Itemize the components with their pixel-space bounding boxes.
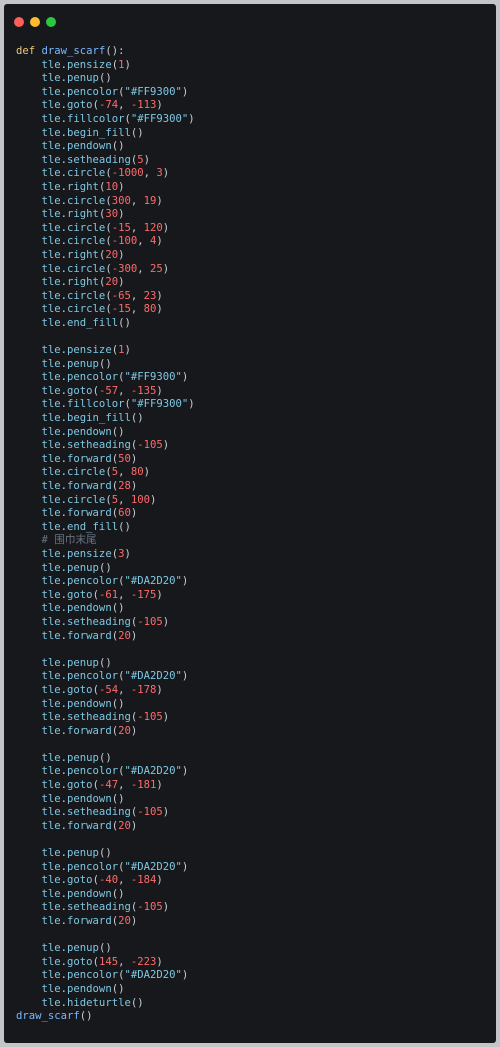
code-line: tle.pensize(1) (41, 344, 131, 357)
code-line: tle.end_fill() (41, 316, 131, 329)
code-line: ​ (16, 643, 488, 657)
code-line: tle.circle(-300, 25) (41, 262, 170, 275)
code-line: tle.circle(300, 19) (41, 194, 163, 207)
code-line: tle.forward(50) (41, 452, 138, 465)
code-line: tle.pendown() (41, 602, 125, 615)
code-line: tle.goto(-57, -135) (41, 384, 163, 397)
code-line: tle.pendown() (41, 887, 125, 900)
code-line: tle.circle(-65, 23) (41, 289, 163, 302)
code-window: def draw_scarf(): tle.pensize(1) tle.pen… (4, 4, 496, 1043)
code-line: tle.forward(20) (41, 915, 138, 927)
code-line: tle.pencolor("#DA2D20") (41, 860, 189, 873)
code-line: def draw_scarf(): (16, 45, 125, 57)
code-line: tle.penup() (41, 751, 112, 764)
code-line: tle.goto(-74, -113) (41, 99, 163, 112)
code-line: # 围巾末尾 (16, 534, 97, 547)
code-line: tle.circle(5, 80) (41, 466, 151, 479)
code-line: tle.circle(-100, 4) (41, 235, 163, 248)
maximize-dot-icon[interactable] (46, 17, 56, 27)
code-line: tle.setheading(-105) (41, 439, 170, 452)
window-controls (14, 17, 56, 27)
code-line: tle.setheading(-105) (41, 806, 170, 819)
code-line: ​ (16, 929, 488, 943)
code-line: tle.right(20) (41, 276, 125, 289)
code-line: tle.pendown() (41, 425, 125, 438)
minimize-dot-icon[interactable] (30, 17, 40, 27)
code-line: tle.fillcolor("#FF9300") (41, 398, 195, 411)
code-line: tle.pendown() (41, 792, 125, 805)
code-line: tle.forward(60) (41, 507, 138, 520)
code-line: tle.pencolor("#DA2D20") (41, 765, 189, 778)
code-line: tle.right(30) (41, 208, 125, 221)
code-line: tle.circle(-1000, 3) (41, 167, 170, 180)
code-line: ​ (16, 833, 488, 847)
close-dot-icon[interactable] (14, 17, 24, 27)
code-line: tle.right(10) (41, 180, 125, 193)
code-line: tle.forward(20) (41, 629, 138, 642)
code-line: tle.setheading(-105) (41, 901, 170, 914)
code-line: tle.setheading(-105) (41, 711, 170, 724)
code-line: tle.pendown() (41, 982, 125, 995)
code-line: ​ (16, 330, 488, 344)
code-line: tle.setheading(-105) (41, 615, 170, 628)
code-line: tle.forward(28) (41, 480, 138, 492)
code-line: tle.begin_fill() (41, 126, 144, 139)
code-line: tle.pensize(1) (41, 58, 131, 71)
code-line: tle.pendown() (41, 697, 125, 710)
code-line: tle.pencolor("#DA2D20") (41, 575, 189, 588)
code-line: tle.begin_fill() (41, 412, 144, 425)
code-line: tle.penup() (41, 357, 112, 370)
code-line: draw_scarf() (16, 1010, 93, 1023)
code-line: tle.circle(-15, 80) (41, 303, 163, 316)
code-line: tle.pendown() (41, 140, 125, 153)
code-line: tle.goto(-40, -184) (41, 874, 163, 887)
code-line: tle.hideturtle() (41, 996, 144, 1009)
code-line: tle.forward(20) (41, 819, 138, 832)
code-line: tle.goto(-54, -178) (41, 683, 163, 696)
code-line: tle.setheading(5) (41, 153, 150, 166)
code-line: tle.pencolor("#FF9300") (41, 85, 189, 98)
code-line: tle.penup() (41, 942, 112, 955)
code-line: tle.circle(-15, 120) (41, 221, 170, 234)
code-line: tle.pencolor("#DA2D20") (41, 969, 189, 982)
code-line: tle.pencolor("#FF9300") (41, 371, 189, 384)
code-line: tle.forward(20) (41, 724, 138, 737)
code-line: tle.penup() (41, 656, 112, 669)
code-line: tle.pencolor("#DA2D20") (41, 670, 189, 683)
code-line: tle.penup() (41, 561, 112, 574)
code-line: tle.fillcolor("#FF9300") (41, 112, 195, 125)
code-line: tle.end_fill() (41, 520, 131, 533)
code-line: tle.pensize(3) (41, 547, 131, 560)
code-line: tle.goto(145, -223) (41, 955, 163, 968)
code-line: tle.goto(-61, -175) (41, 588, 163, 601)
code-line: tle.right(20) (41, 248, 125, 261)
code-block: def draw_scarf(): tle.pensize(1) tle.pen… (16, 45, 488, 1024)
code-line: tle.penup() (41, 847, 112, 860)
code-line: ​ (16, 738, 488, 752)
code-line: tle.penup() (41, 72, 112, 85)
code-line: tle.goto(-47, -181) (41, 779, 163, 792)
code-line: tle.circle(5, 100) (41, 493, 157, 506)
